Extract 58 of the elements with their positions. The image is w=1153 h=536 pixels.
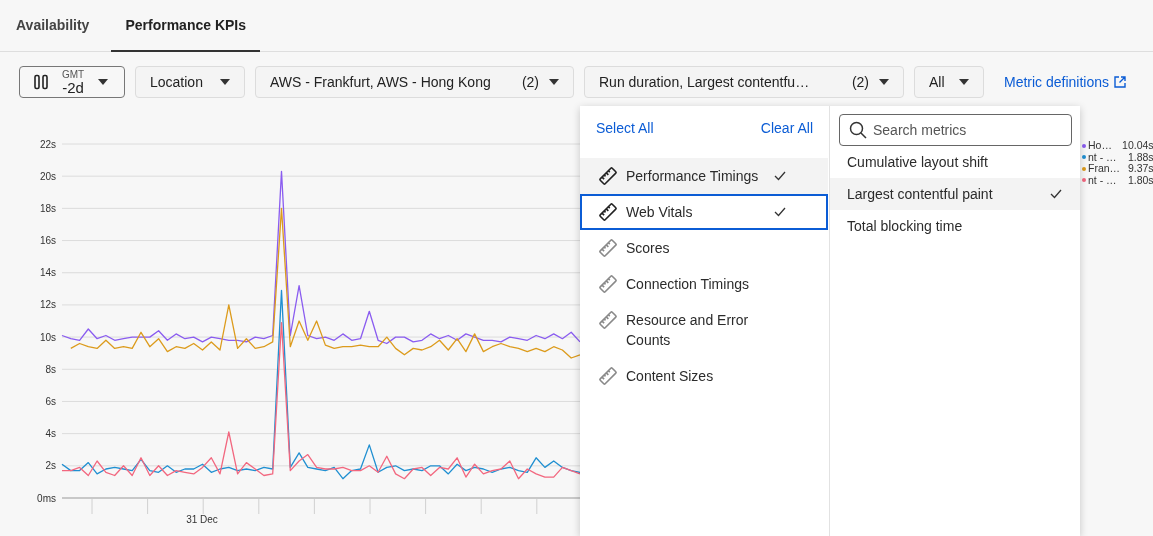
ruler-icon [598, 310, 618, 330]
search-field[interactable]: Search metrics [839, 114, 1072, 146]
caret-icon [549, 79, 559, 85]
metric-item[interactable]: Cumulative layout shift [830, 146, 1080, 178]
filter-dropdown[interactable]: AWS - Frankfurt, AWS - Hong Kong (2) [255, 66, 574, 98]
legend-value: 1.88s [1126, 151, 1153, 163]
axis-label: 31 Dec [186, 514, 218, 525]
legend-value: 9.37s [1126, 163, 1153, 175]
checkmark-icon [774, 171, 786, 181]
legend-label: Fran… [1088, 163, 1121, 175]
caret-icon [98, 79, 109, 85]
axis-label: 22s [39, 138, 56, 150]
axis-label: 10s [39, 331, 56, 343]
tab[interactable]: Availability [2, 0, 104, 52]
ruler-icon [598, 366, 618, 386]
filter-dropdown[interactable]: All [914, 66, 984, 98]
metric-item[interactable]: Largest contentful paint [830, 178, 1080, 210]
axis-label: 0ms [37, 492, 56, 504]
metric-item[interactable]: Total blocking time [830, 210, 1080, 242]
ruler-icon [598, 274, 618, 294]
ruler-icon [598, 202, 618, 222]
ruler-icon [598, 238, 618, 258]
axis-label: 14s [39, 267, 56, 279]
time-range-picker[interactable]: GMT -2d [19, 66, 125, 98]
caret-icon [879, 79, 889, 85]
tab[interactable]: Performance KPIs [111, 0, 260, 52]
checkmark-icon [774, 207, 786, 217]
axis-label: 12s [39, 299, 56, 311]
axis-label: 8s [45, 363, 56, 375]
axis-label: 2s [45, 460, 56, 472]
filter-dropdown[interactable]: Run duration, Largest contentfu… (2) [584, 66, 904, 98]
legend-value: 1.80s [1126, 174, 1153, 186]
axis-label: 18s [39, 202, 56, 214]
search-icon [849, 121, 867, 139]
axis-label: 6s [45, 395, 56, 407]
legend-label: nt - … [1088, 151, 1118, 163]
category-item[interactable]: Scores [580, 230, 828, 266]
legend-label: nt - … [1088, 174, 1118, 186]
action-link[interactable]: Select All [596, 120, 654, 158]
axis-label: 4s [45, 428, 56, 440]
checkmark-icon [1050, 189, 1062, 199]
category-item[interactable]: Resource and Error Counts [580, 302, 828, 358]
category-item[interactable]: Web Vitals [580, 194, 828, 230]
category-item[interactable]: Connection Timings [580, 266, 828, 302]
legend-value: 10.04s [1122, 140, 1153, 152]
category-item[interactable]: Performance Timings [580, 158, 828, 194]
pause-icon [34, 74, 48, 90]
action-link[interactable]: Clear All [760, 120, 813, 158]
category-item[interactable]: Content Sizes [580, 358, 828, 394]
caret-icon [959, 79, 969, 85]
filter-dropdown[interactable]: Location [135, 66, 245, 98]
metric-definitions-link[interactable]: Metric definitions [1004, 74, 1127, 90]
axis-label: 20s [39, 170, 56, 182]
legend-label: Ho… [1088, 140, 1113, 152]
ruler-icon [598, 166, 618, 186]
caret-icon [220, 79, 230, 85]
axis-label: 16s [39, 235, 56, 247]
external-link-icon [1114, 76, 1127, 88]
